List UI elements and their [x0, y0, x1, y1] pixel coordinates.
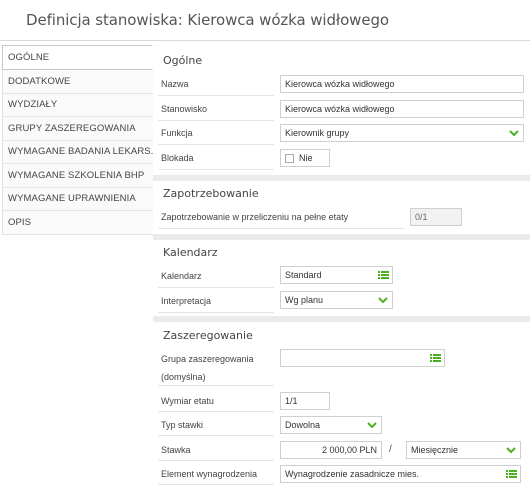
section-demand: Zapotrzebowanie Zapotrzebowanie w przeli…: [153, 181, 530, 234]
label-underline: [158, 385, 274, 386]
position-label: Stanowisko: [161, 104, 208, 114]
name-field[interactable]: Kierowca wózka widłowego: [280, 75, 524, 93]
section-grading: Zaszeregowanie Grupa zaszeregowania (dom…: [153, 322, 530, 492]
function-select-value: Kierownik grupy: [285, 128, 350, 138]
sidebar-item-wydzialy[interactable]: WYDZIAŁY: [2, 93, 153, 117]
block-label: Blokada: [161, 153, 194, 163]
interpretation-label: Interpretacja: [161, 296, 212, 306]
block-checkbox-field[interactable]: Nie: [280, 149, 330, 167]
title-divider: [0, 40, 530, 41]
interpretation-select-value: Wg planu: [285, 295, 324, 305]
sidebar-item-dodatkowe[interactable]: DODATKOWE: [2, 70, 153, 94]
pay-element-value: Wynagrodzenie zasadnicze mies.: [285, 469, 419, 479]
rate-separator: /: [389, 444, 392, 455]
section-title-general: Ogólne: [163, 54, 203, 67]
label-underline: [158, 460, 274, 461]
section-title-calendar: Kalendarz: [163, 246, 218, 259]
block-checkbox[interactable]: [285, 153, 294, 163]
grade-group-picker[interactable]: [280, 349, 445, 367]
label-underline: [158, 120, 274, 121]
chevron-down-icon: [506, 447, 516, 454]
label-underline: [158, 411, 274, 412]
label-underline: [158, 484, 274, 485]
sidebar-item-badania-lekarskie[interactable]: WYMAGANE BADANIA LEKARS...: [2, 140, 153, 164]
pay-element-picker[interactable]: Wynagrodzenie zasadnicze mies.: [280, 465, 521, 483]
rate-period-select[interactable]: Miesięcznie: [406, 441, 521, 459]
rate-type-select[interactable]: Dowolna: [280, 416, 382, 434]
sidebar-item-opis[interactable]: OPIS: [2, 211, 153, 235]
chevron-down-icon: [367, 422, 377, 429]
section-title-grading: Zaszeregowanie: [163, 329, 253, 342]
fte-demand-field[interactable]: 0/1: [410, 208, 462, 226]
section-title-demand: Zapotrzebowanie: [163, 187, 259, 200]
function-select[interactable]: Kierownik grupy: [280, 124, 524, 142]
label-underline: [158, 435, 274, 436]
list-icon[interactable]: [378, 270, 389, 280]
section-calendar: Kalendarz Kalendarz Standard Interpretac…: [153, 240, 530, 316]
grade-group-label-default: (domyślna): [161, 372, 206, 382]
grade-group-label: Grupa zaszeregowania: [161, 354, 254, 364]
rate-type-label: Typ stawki: [161, 420, 204, 430]
section-general: Ogólne Nazwa Kierowca wózka widłowego St…: [153, 45, 530, 175]
sidebar-item-uprawnienia[interactable]: WYMAGANE UPRAWNIENIA: [2, 187, 153, 211]
label-underline: [158, 95, 274, 96]
label-underline: [158, 228, 405, 229]
label-underline: [158, 287, 274, 288]
page-title: Definicja stanowiska: Kierowca wózka wid…: [26, 11, 389, 29]
fte-demand-label: Zapotrzebowanie w przeliczeniu na pełne …: [161, 212, 349, 222]
rate-amount-field[interactable]: 2 000,00 PLN: [280, 441, 382, 459]
block-checkbox-value: Nie: [299, 153, 313, 163]
list-icon[interactable]: [430, 353, 441, 363]
position-field[interactable]: Kierowca wózka widłowego: [280, 100, 524, 118]
name-label: Nazwa: [161, 79, 189, 89]
label-underline: [158, 312, 274, 313]
calendar-picker-value: Standard: [285, 270, 322, 280]
calendar-picker[interactable]: Standard: [280, 266, 393, 284]
list-icon[interactable]: [506, 469, 517, 479]
sidebar-item-ogolne[interactable]: OGÓLNE: [2, 45, 153, 70]
interpretation-select[interactable]: Wg planu: [280, 291, 393, 309]
label-underline: [158, 144, 274, 145]
fte-dimension-label: Wymiar etatu: [161, 396, 214, 406]
pay-element-label: Element wynagrodzenia: [161, 469, 258, 479]
sidebar-nav: OGÓLNE DODATKOWE WYDZIAŁY GRUPY ZASZEREG…: [2, 45, 153, 235]
rate-label: Stawka: [161, 445, 191, 455]
rate-period-value: Miesięcznie: [411, 445, 459, 455]
rate-type-value: Dowolna: [285, 420, 321, 430]
sidebar-item-grupy-zaszeregowania[interactable]: GRUPY ZASZEREGOWANIA: [2, 117, 153, 141]
function-label: Funkcja: [161, 128, 193, 138]
chevron-down-icon: [378, 297, 388, 304]
chevron-down-icon: [509, 130, 519, 137]
sidebar-item-szkolenia-bhp[interactable]: WYMAGANE SZKOLENIA BHP: [2, 164, 153, 188]
fte-dimension-field[interactable]: 1/1: [280, 392, 330, 410]
calendar-label: Kalendarz: [161, 271, 202, 281]
label-underline: [158, 169, 274, 170]
